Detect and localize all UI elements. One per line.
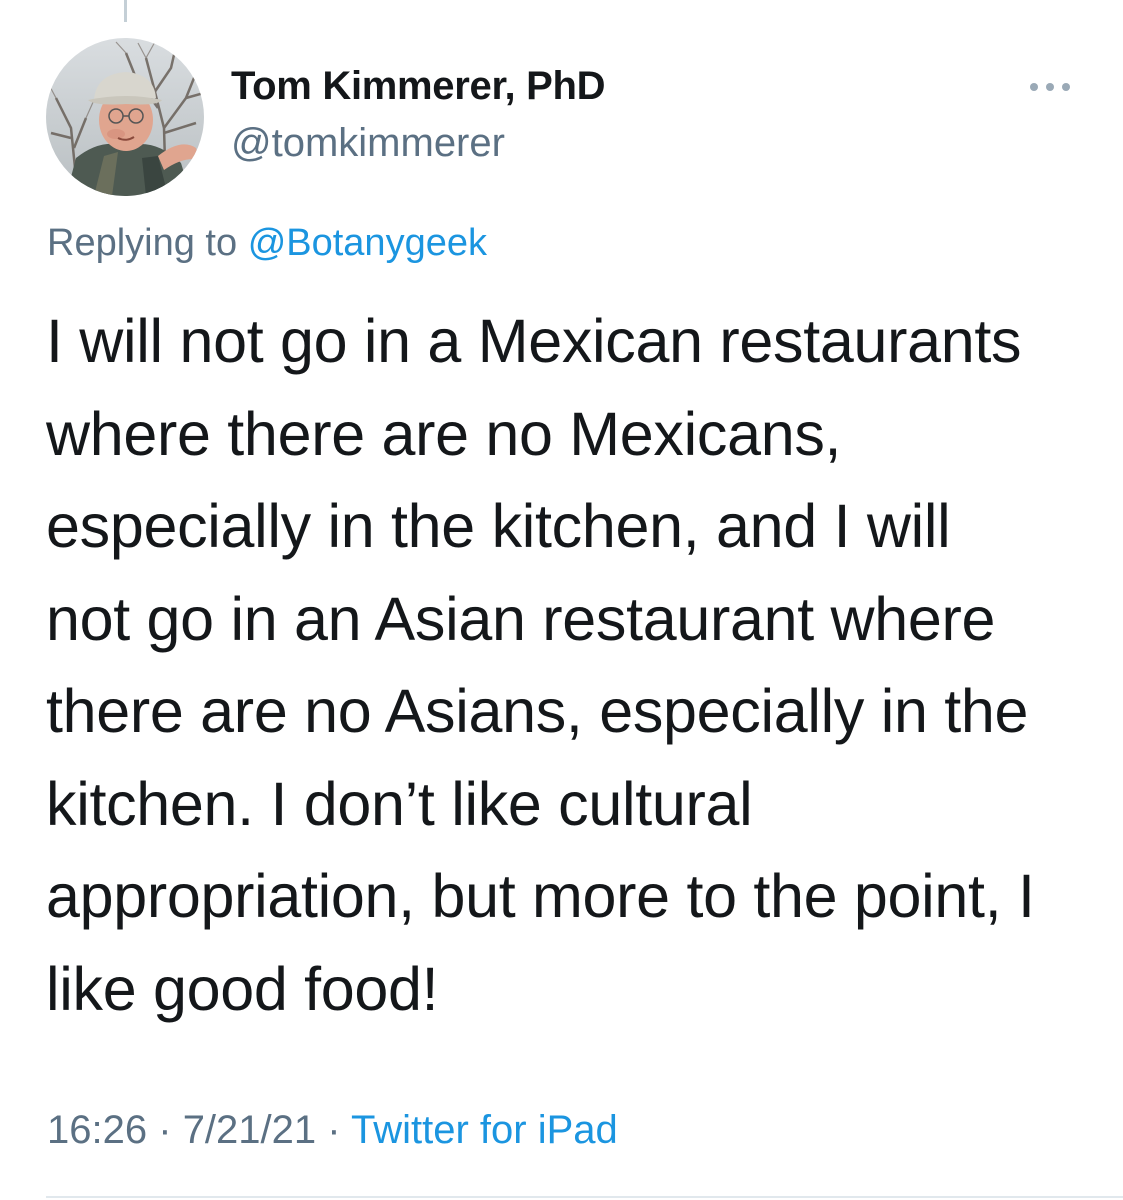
tweet-text-line: appropriation, but more to the point, I	[46, 862, 1035, 930]
tweet-text-line: like good food!	[46, 954, 439, 1023]
tweet-time[interactable]: 16:26	[47, 1108, 147, 1152]
tweet-text-line: especially in the kitchen, and I will	[46, 492, 951, 560]
avatar[interactable]	[46, 38, 204, 196]
tweet-meta: 16:26 · 7/21/21 · Twitter for iPad	[47, 1108, 618, 1153]
tweet-date[interactable]: 7/21/21	[183, 1108, 316, 1152]
tweet-text-line: there are no Asians, especially in the	[46, 677, 1029, 745]
meta-separator: ·	[158, 1108, 172, 1152]
author-handle[interactable]: @tomkimmerer	[231, 121, 505, 166]
replying-to-label: Replying to	[47, 222, 238, 264]
tweet-source-link[interactable]: Twitter for iPad	[351, 1108, 618, 1152]
tweet-text-line: I will not go in a Mexican restaurants	[46, 307, 1022, 375]
author-display-name[interactable]: Tom Kimmerer, PhD	[231, 64, 606, 109]
tweet-text-line: where there are no Mexicans,	[46, 399, 842, 468]
divider	[46, 1196, 1123, 1198]
thread-connector-line	[124, 0, 127, 22]
replying-to-line: Replying to @Botanygeek	[47, 222, 487, 265]
profile-photo	[46, 38, 204, 196]
replying-to-mention-link[interactable]: @Botanygeek	[248, 222, 487, 264]
more-horizontal-icon	[1030, 83, 1038, 91]
tweet-text-line: kitchen. I don’t like cultural	[46, 769, 753, 838]
meta-separator: ·	[327, 1108, 341, 1152]
more-horizontal-icon	[1062, 83, 1070, 91]
tweet-text: I will not go in a Mexican restaurants w…	[46, 295, 1086, 1035]
more-options-button[interactable]	[1026, 72, 1078, 102]
tweet-text-line: not go in an Asian restaurant where	[46, 584, 996, 653]
more-horizontal-icon	[1046, 83, 1054, 91]
